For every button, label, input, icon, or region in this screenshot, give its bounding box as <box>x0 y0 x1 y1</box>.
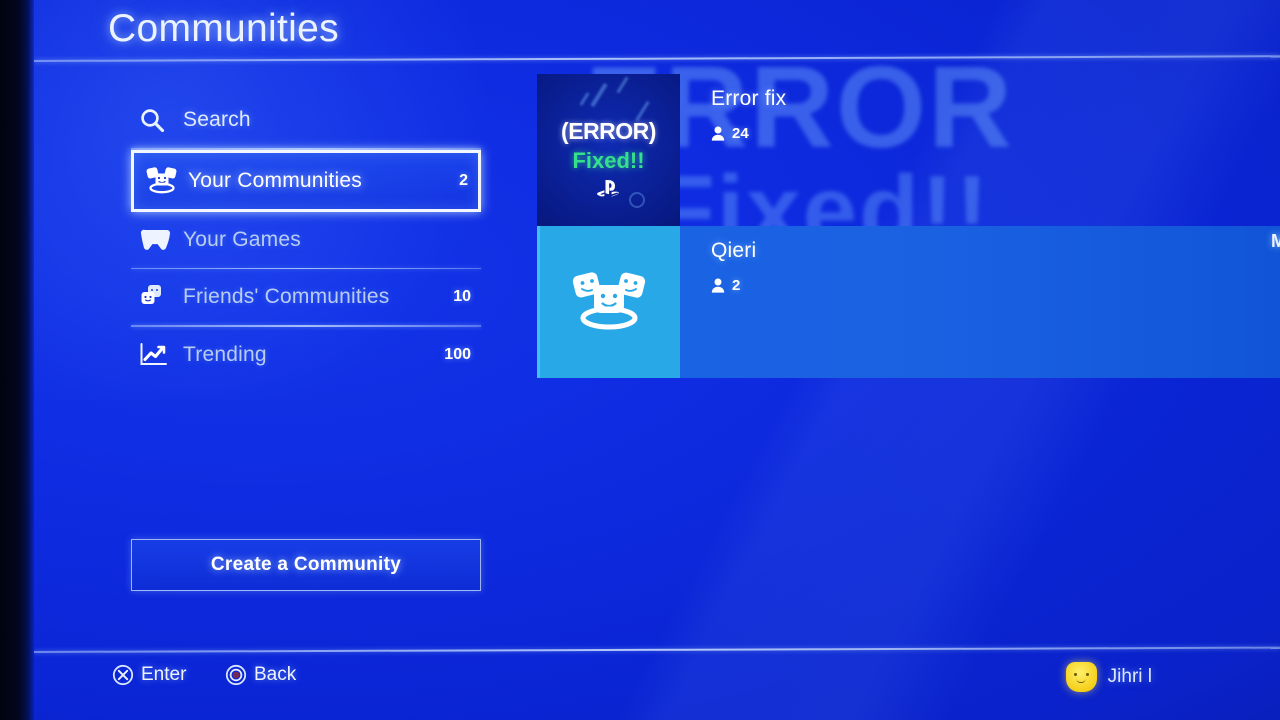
hint-label: Back <box>254 664 297 685</box>
create-community-button[interactable]: Create a Community <box>131 539 481 591</box>
sidebar-item-count: 2 <box>459 171 468 189</box>
sidebar-item-count: 100 <box>444 345 471 363</box>
member-count-group: 2 <box>711 277 1280 294</box>
community-thumbnail <box>537 226 680 378</box>
member-person-icon <box>711 278 725 293</box>
community-list: (ERROR) Fixed!! Error fix 24 Qieri 2 M <box>537 74 1280 378</box>
member-count-group: 24 <box>711 125 1280 142</box>
sidebar-item-label: Friends' Communities <box>183 285 390 308</box>
page-title: Communities <box>108 7 339 50</box>
avatar <box>1065 662 1097 692</box>
trending-chart-icon <box>139 338 183 372</box>
community-group-icon <box>144 164 188 198</box>
thumbnail-text-bottom: Fixed!! <box>572 148 645 173</box>
community-faces-icon <box>566 266 652 338</box>
hint-back[interactable]: Back <box>225 664 296 686</box>
sidebar-item-label: Your Games <box>183 227 301 251</box>
sidebar-item-label: Search <box>183 108 251 131</box>
sidebar-item-count: 10 <box>453 288 471 305</box>
hint-label: Enter <box>141 664 187 685</box>
community-name: Error fix <box>711 87 787 110</box>
sidebar-item-trending[interactable]: Trending 100 <box>131 327 481 383</box>
member-count: 24 <box>732 125 749 142</box>
clipped-offscreen-label: M <box>1271 231 1280 251</box>
member-person-icon <box>711 126 725 141</box>
community-row[interactable]: Qieri 2 M <box>537 226 1280 378</box>
header: Communities <box>0 0 1280 62</box>
member-count: 2 <box>732 277 741 294</box>
community-name: Qieri <box>711 239 757 262</box>
sidebar-item-friends-communities[interactable]: Friends' Communities 10 <box>131 269 481 325</box>
screen-edge-vignette <box>0 0 34 720</box>
sidebar-item-your-communities[interactable]: Your Communities 2 <box>131 149 481 212</box>
search-icon <box>139 103 183 137</box>
ps4-communities-screen: Communities ERROR Fixed!! Search Your Co… <box>0 0 1280 720</box>
header-divider <box>33 55 1280 62</box>
cross-button-icon <box>112 664 134 686</box>
stacked-faces-icon <box>139 280 183 314</box>
thumbnail-text-top: (ERROR) <box>561 118 656 144</box>
create-community-label: Create a Community <box>210 554 402 575</box>
user-name: Jihri l <box>1107 666 1152 687</box>
circle-button-icon <box>225 664 247 686</box>
gamepad-icon <box>139 223 183 257</box>
playstation-logo-icon <box>537 178 680 200</box>
sidebar-item-label: Your Communities <box>188 168 362 192</box>
user-profile[interactable]: Jihri l <box>1065 662 1152 692</box>
footer-bar: Enter Back Jihri l <box>0 655 1280 720</box>
sidebar-item-your-games[interactable]: Your Games <box>131 212 481 268</box>
footer-divider <box>33 646 1280 653</box>
hint-enter[interactable]: Enter <box>112 664 186 686</box>
sidebar-nav: Search Your Communities 2 Your Games Fri… <box>131 92 481 383</box>
community-row[interactable]: (ERROR) Fixed!! Error fix 24 <box>537 74 1280 226</box>
community-thumbnail: (ERROR) Fixed!! <box>537 74 680 226</box>
sidebar-item-search[interactable]: Search <box>131 92 481 148</box>
community-info: Qieri 2 M <box>680 226 1280 378</box>
sidebar-item-label: Trending <box>183 342 267 366</box>
community-info: Error fix 24 <box>680 74 1280 226</box>
